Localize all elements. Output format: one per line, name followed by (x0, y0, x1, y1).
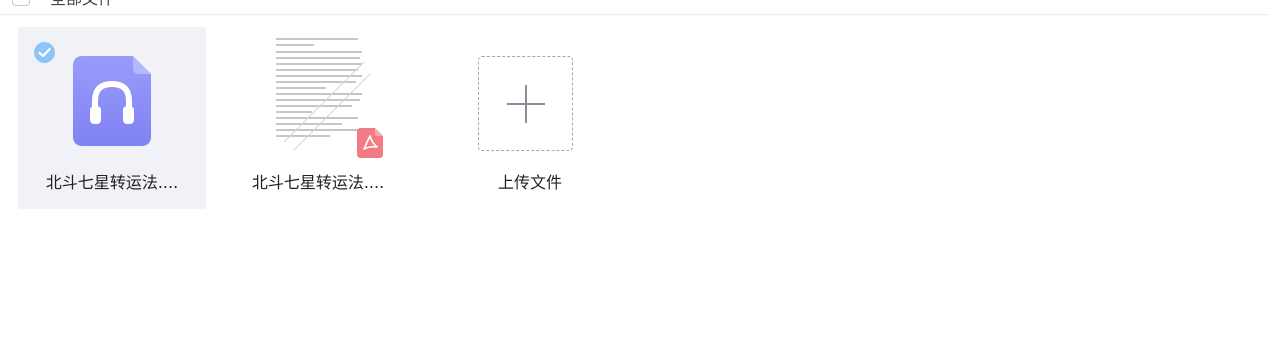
file-name: 北斗七星转运法.... (45, 173, 179, 192)
file-name: 北斗七星转运法.... (251, 173, 385, 192)
select-all-label: 全部文件 (50, 0, 114, 9)
headphones-icon (73, 56, 151, 146)
upload-tile[interactable]: 上传文件 (436, 27, 624, 209)
upload-button[interactable] (478, 56, 573, 151)
upload-label: 上传文件 (497, 173, 562, 192)
pdf-icon (357, 128, 383, 158)
check-icon[interactable] (34, 42, 55, 63)
toolbar: 全部文件 (0, 0, 1269, 15)
select-all-checkbox[interactable] (12, 0, 30, 6)
file-tile-audio[interactable]: 北斗七星转运法.... (18, 27, 206, 209)
plus-icon (507, 85, 545, 123)
file-tile-pdf[interactable]: 北斗七星转运法.... (224, 27, 412, 209)
